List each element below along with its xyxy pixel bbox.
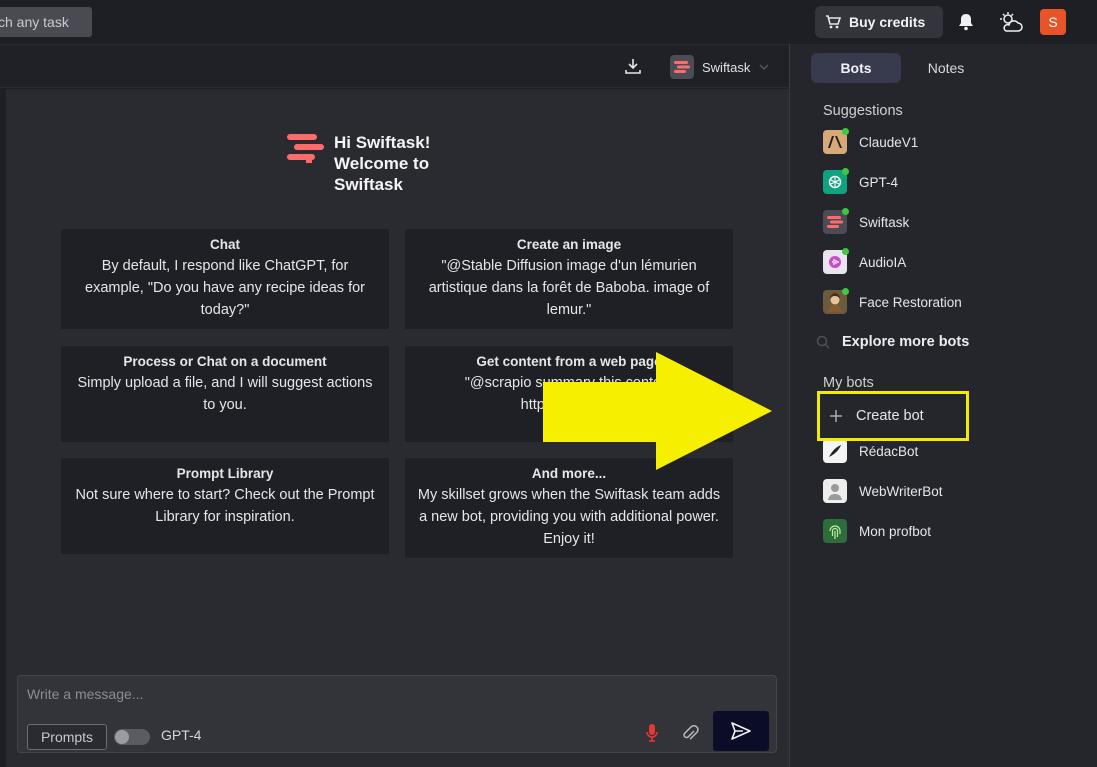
online-dot: [842, 128, 849, 135]
annotation-arrow-icon: [543, 352, 772, 470]
create-bot-label: Create bot: [856, 408, 924, 424]
suggestions-heading: Suggestions: [823, 103, 903, 119]
download-icon[interactable]: [624, 57, 642, 79]
message-input[interactable]: Write a message...: [27, 686, 143, 702]
weather-icon[interactable]: [998, 9, 1024, 35]
openai-logo-icon: [823, 168, 849, 194]
bot-item-gpt4[interactable]: GPT-4: [823, 168, 899, 194]
attachment-icon[interactable]: [681, 723, 699, 747]
model-toggle[interactable]: [114, 729, 150, 745]
chat-header: Swiftask: [0, 44, 789, 88]
bot-item-webwriterbot[interactable]: WebWriterBot: [823, 479, 943, 503]
suggestion-card[interactable]: Chat By default, I respond like ChatGPT,…: [61, 229, 389, 329]
audio-wave-icon: [823, 248, 849, 274]
suggestion-card[interactable]: Create an image "@Stable Diffusion image…: [405, 229, 733, 329]
bot-item-mon-profbot[interactable]: Mon profbot: [823, 519, 931, 543]
suggestion-card[interactable]: Prompt Library Not sure where to start? …: [61, 458, 389, 554]
anthropic-logo-icon: [823, 128, 849, 154]
selected-bot-name: Swiftask: [702, 59, 751, 75]
explore-more-bots-link[interactable]: Explore more bots: [816, 334, 969, 350]
card-body: Simply upload a file, and I will suggest…: [77, 375, 373, 413]
online-dot: [842, 248, 849, 255]
buy-credits-button[interactable]: Buy credits: [815, 6, 943, 38]
bot-selector[interactable]: Swiftask: [670, 54, 770, 80]
swiftask-logo-icon: [287, 134, 324, 163]
send-button[interactable]: [713, 711, 769, 751]
my-bots-heading: My bots: [823, 375, 874, 391]
suggestion-card[interactable]: Process or Chat on a document Simply upl…: [61, 346, 389, 442]
card-body: "@Stable Diffusion image d'un lémurien a…: [428, 258, 710, 318]
user-avatar[interactable]: S: [1040, 9, 1066, 35]
card-title: Prompt Library: [176, 466, 274, 481]
bot-name: ClaudeV1: [859, 134, 919, 150]
panel-tabs: Bots Notes: [811, 53, 991, 83]
bot-item-claudev1[interactable]: ClaudeV1: [823, 128, 919, 154]
tab-bots[interactable]: Bots: [811, 53, 901, 83]
card-body: Not sure where to start? Check out the P…: [75, 487, 375, 525]
welcome-title: Hi Swiftask! Welcome to Swiftask: [334, 133, 431, 194]
fingerprint-icon: [823, 519, 847, 543]
explore-label: Explore more bots: [842, 334, 970, 350]
card-title: Process or Chat on a document: [123, 354, 327, 369]
microphone-icon[interactable]: [645, 723, 659, 747]
search-input[interactable]: ch any task: [0, 7, 92, 37]
online-dot: [842, 208, 849, 215]
bots-panel: Bots Notes Suggestions ClaudeV1 GPT-4 Sw…: [789, 44, 1097, 767]
bot-name: Face Restoration: [859, 294, 962, 310]
bot-item-swiftask[interactable]: Swiftask: [823, 208, 910, 234]
model-label: GPT-4: [161, 727, 202, 743]
bot-item-redacbot[interactable]: RédacBot: [823, 439, 918, 463]
bot-name: RédacBot: [859, 443, 919, 459]
buy-credits-label: Buy credits: [849, 14, 926, 30]
bot-name: AudioIA: [859, 254, 907, 270]
welcome-block: Hi Swiftask! Welcome to Swiftask: [286, 132, 454, 195]
online-dot: [842, 288, 849, 295]
bot-name: WebWriterBot: [859, 483, 943, 499]
search-icon: [816, 335, 830, 349]
bell-icon[interactable]: [953, 9, 979, 35]
tab-notes[interactable]: Notes: [901, 53, 991, 83]
card-title: Chat: [210, 237, 240, 252]
suggestion-card[interactable]: And more... My skillset grows when the S…: [405, 458, 733, 558]
message-composer[interactable]: Write a message... Prompts GPT-4: [17, 675, 777, 753]
swiftask-logo-icon: [823, 208, 849, 234]
cart-icon: [826, 15, 841, 29]
online-dot: [842, 168, 849, 175]
swiftask-logo-icon: [670, 55, 694, 79]
bot-item-audioia[interactable]: AudioIA: [823, 248, 907, 274]
user-placeholder-icon: [823, 479, 847, 503]
send-icon: [731, 722, 751, 740]
bot-name: Swiftask: [859, 214, 910, 230]
toggle-knob: [115, 730, 129, 744]
prompts-button[interactable]: Prompts: [27, 724, 107, 750]
create-bot-button[interactable]: Create bot: [817, 391, 969, 441]
plus-icon: [830, 410, 842, 422]
bot-name: GPT-4: [859, 174, 899, 190]
chevron-down-icon: [759, 64, 769, 71]
bot-name: Mon profbot: [859, 523, 932, 539]
card-body: By default, I respond like ChatGPT, for …: [85, 258, 365, 318]
card-body: My skillset grows when the Swiftask team…: [417, 487, 721, 547]
portrait-icon: [823, 288, 849, 314]
top-bar: ch any task Buy credits S: [0, 0, 1097, 44]
quill-icon: [823, 439, 847, 463]
bot-item-face-restoration[interactable]: Face Restoration: [823, 288, 962, 314]
card-title: Create an image: [516, 237, 622, 252]
